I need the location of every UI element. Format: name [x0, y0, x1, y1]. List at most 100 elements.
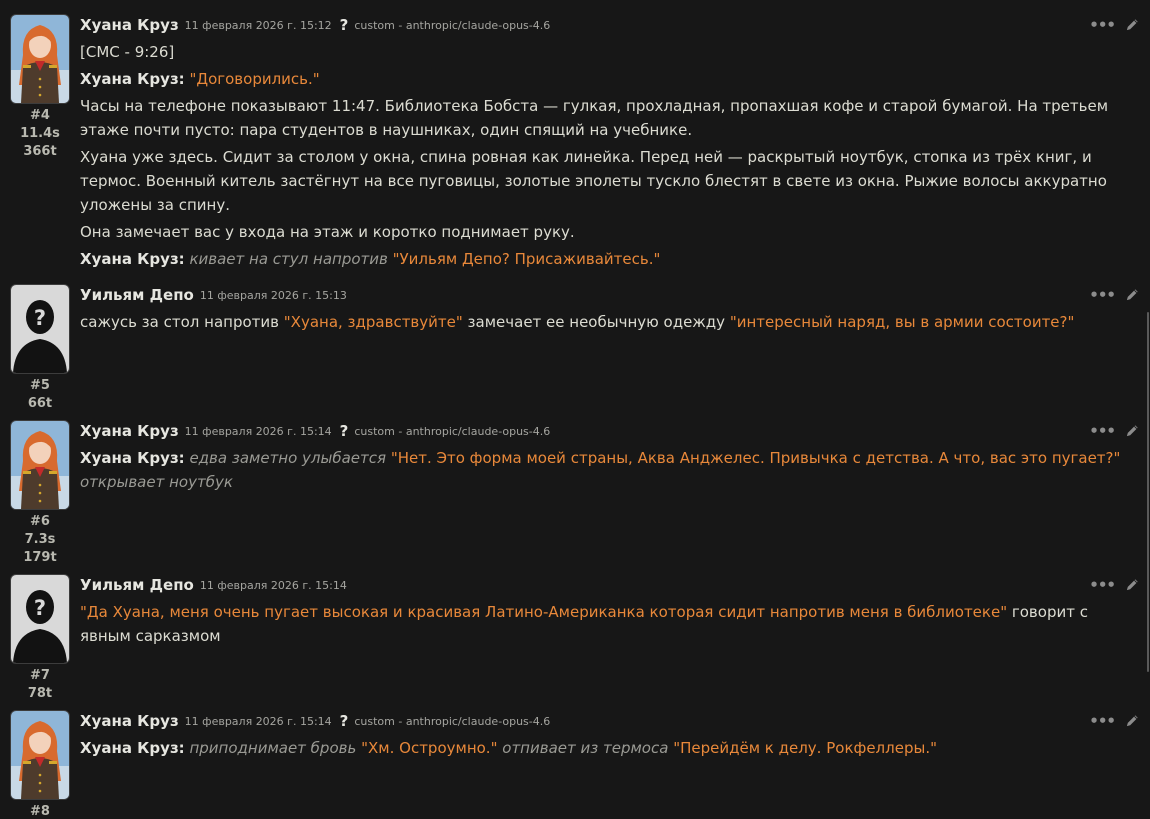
- message-timestamp: 11 февраля 2026 г. 15:14: [199, 578, 347, 592]
- speaker-name: Хуана Круз:: [80, 70, 185, 88]
- speaker-name: Хуана Круз:: [80, 739, 185, 757]
- message-timestamp: 11 февраля 2026 г. 15:12: [184, 18, 332, 32]
- message-header: Уильям Депо 11 февраля 2026 г. 15:14: [80, 574, 1140, 596]
- message-header: Хуана Круз 11 февраля 2026 г. 15:14 ? cu…: [80, 710, 1140, 732]
- help-icon[interactable]: ?: [340, 16, 349, 34]
- ellipsis-icon[interactable]: •••: [1089, 713, 1116, 728]
- quote: "Перейдём к делу. Рокфеллеры.": [673, 739, 937, 757]
- message-body: Хуана Круз 11 февраля 2026 г. 15:14 ? cu…: [80, 420, 1140, 497]
- ellipsis-icon[interactable]: •••: [1089, 423, 1116, 438]
- token-count: 179t: [23, 550, 57, 565]
- message-text: "Да Хуана, меня очень пугает высокая и к…: [80, 600, 1140, 648]
- speaker-name: Хуана Круз:: [80, 250, 185, 268]
- ellipsis-icon[interactable]: •••: [1089, 577, 1116, 592]
- quote: "интересный наряд, вы в армии состоите?": [729, 313, 1075, 331]
- message-text: Хуана Круз: приподнимает бровь "Хм. Остр…: [80, 736, 1140, 760]
- dialogue-line: Хуана Круз: "Договорились.": [80, 67, 1140, 91]
- ellipsis-icon[interactable]: •••: [1089, 287, 1116, 302]
- svg-text:?: ?: [34, 596, 46, 620]
- message-text: Хуана Круз: едва заметно улыбается "Нет.…: [80, 446, 1140, 494]
- narration-text: замечает ее необычную одежду: [467, 313, 726, 331]
- message-timestamp: 11 февраля 2026 г. 15:14: [184, 714, 332, 728]
- message-body: Хуана Круз 11 февраля 2026 г. 15:12 ? cu…: [80, 14, 1140, 274]
- user-name[interactable]: Уильям Депо: [80, 286, 194, 304]
- quote: "Хм. Остроумно.": [361, 739, 498, 757]
- character-name[interactable]: Хуана Круз: [80, 712, 179, 730]
- quote: "Хуана, здравствуйте": [283, 313, 463, 331]
- message-id: #4: [30, 108, 50, 123]
- message-sidebar: #6 7.3s 179t: [10, 420, 70, 567]
- message-header: Уильям Депо 11 февраля 2026 г. 15:13: [80, 284, 1140, 306]
- chat-message: #4 11.4s 366t Хуана Круз 11 февраля 2026…: [0, 14, 1140, 272]
- quote: "Да Хуана, меня очень пугает высокая и к…: [80, 603, 1008, 621]
- pencil-icon[interactable]: [1125, 713, 1140, 728]
- message-sidebar: #8: [10, 710, 70, 819]
- dialogue-line: Хуана Круз: кивает на стул напротив "Уил…: [80, 247, 1140, 271]
- sms-header: [СМС - 9:26]: [80, 43, 175, 61]
- message-body: Уильям Депо 11 февраля 2026 г. 15:14 •••…: [80, 574, 1140, 651]
- message-sidebar: ? #7 78t: [10, 574, 70, 703]
- ellipsis-icon[interactable]: •••: [1089, 17, 1116, 32]
- dialogue-line: Хуана Круз: едва заметно улыбается "Нет.…: [80, 446, 1140, 494]
- help-icon[interactable]: ?: [340, 422, 349, 440]
- action-text: отпивает из термоса: [502, 739, 669, 757]
- anime-officer-avatar[interactable]: [10, 420, 70, 510]
- message-actions: •••: [1089, 577, 1140, 592]
- message-body: Уильям Депо 11 февраля 2026 г. 15:13 •••…: [80, 284, 1140, 337]
- pencil-icon[interactable]: [1125, 423, 1140, 438]
- user-name[interactable]: Уильям Депо: [80, 576, 194, 594]
- message-paragraph: сажусь за стол напротив "Хуана, здравств…: [80, 310, 1140, 334]
- message-text: сажусь за стол напротив "Хуана, здравств…: [80, 310, 1140, 334]
- quote: "Уильям Депо? Присаживайтесь.": [392, 250, 661, 268]
- chat-log: #4 11.4s 366t Хуана Круз 11 февраля 2026…: [0, 0, 1150, 819]
- anime-officer-avatar[interactable]: [10, 14, 70, 104]
- unknown-user-avatar[interactable]: ?: [10, 284, 70, 374]
- action-text: едва заметно улыбается: [189, 449, 387, 467]
- anime-officer-avatar[interactable]: [10, 710, 70, 800]
- message-actions: •••: [1089, 713, 1140, 728]
- message-timestamp: 11 февраля 2026 г. 15:13: [199, 288, 347, 302]
- token-count: 78t: [27, 686, 53, 701]
- message-body: Хуана Круз 11 февраля 2026 г. 15:14 ? cu…: [80, 710, 1140, 763]
- token-count: 366t: [23, 144, 57, 159]
- message-timestamp: 11 февраля 2026 г. 15:14: [184, 424, 332, 438]
- model-name: custom - anthropic/claude-opus-4.6: [354, 714, 551, 728]
- message-id: #7: [30, 668, 50, 683]
- narration-text: сажусь за стол напротив: [80, 313, 279, 331]
- unknown-user-avatar[interactable]: ?: [10, 574, 70, 664]
- message-actions: •••: [1089, 287, 1140, 302]
- scrollbar[interactable]: [1146, 0, 1150, 819]
- pencil-icon[interactable]: [1125, 17, 1140, 32]
- message-actions: •••: [1089, 17, 1140, 32]
- character-name[interactable]: Хуана Круз: [80, 422, 179, 440]
- generation-time: 7.3s: [24, 532, 56, 547]
- chat-message: #6 7.3s 179t Хуана Круз 11 февраля 2026 …: [0, 420, 1140, 567]
- message-sidebar: ? #5 66t: [10, 284, 70, 413]
- message-paragraph: "Да Хуана, меня очень пугает высокая и к…: [80, 600, 1140, 648]
- generation-time: 11.4s: [20, 126, 60, 141]
- model-name: custom - anthropic/claude-opus-4.6: [354, 18, 551, 32]
- speaker-name: Хуана Круз:: [80, 449, 185, 467]
- chat-message: #8 Хуана Круз 11 февраля 2026 г. 15:14 ?…: [0, 710, 1140, 819]
- quote: "Нет. Это форма моей страны, Аква Анджел…: [390, 449, 1121, 467]
- chat-message: ? #5 66t Уильям Депо 11 февраля 2026 г. …: [0, 284, 1140, 413]
- narration-paragraph: Часы на телефоне показывают 11:47. Библи…: [80, 97, 1109, 139]
- action-text: открывает ноутбук: [80, 473, 233, 491]
- quote: "Договорились.": [189, 70, 320, 88]
- action-text: кивает на стул напротив: [189, 250, 388, 268]
- chat-message: ? #7 78t Уильям Депо 11 февраля 2026 г. …: [0, 574, 1140, 703]
- help-icon[interactable]: ?: [340, 712, 349, 730]
- message-header: Хуана Круз 11 февраля 2026 г. 15:12 ? cu…: [80, 14, 1140, 36]
- pencil-icon[interactable]: [1125, 577, 1140, 592]
- message-id: #5: [30, 378, 50, 393]
- pencil-icon[interactable]: [1125, 287, 1140, 302]
- message-text: [СМС - 9:26] Хуана Круз: "Договорились."…: [80, 40, 1140, 271]
- token-count: 66t: [27, 396, 53, 411]
- dialogue-line: Хуана Круз: приподнимает бровь "Хм. Остр…: [80, 736, 1140, 760]
- message-id: #6: [30, 514, 50, 529]
- svg-text:?: ?: [34, 306, 46, 330]
- character-name[interactable]: Хуана Круз: [80, 16, 179, 34]
- action-text: приподнимает бровь: [189, 739, 357, 757]
- message-id: #8: [30, 804, 50, 819]
- scrollbar-thumb[interactable]: [1147, 312, 1149, 672]
